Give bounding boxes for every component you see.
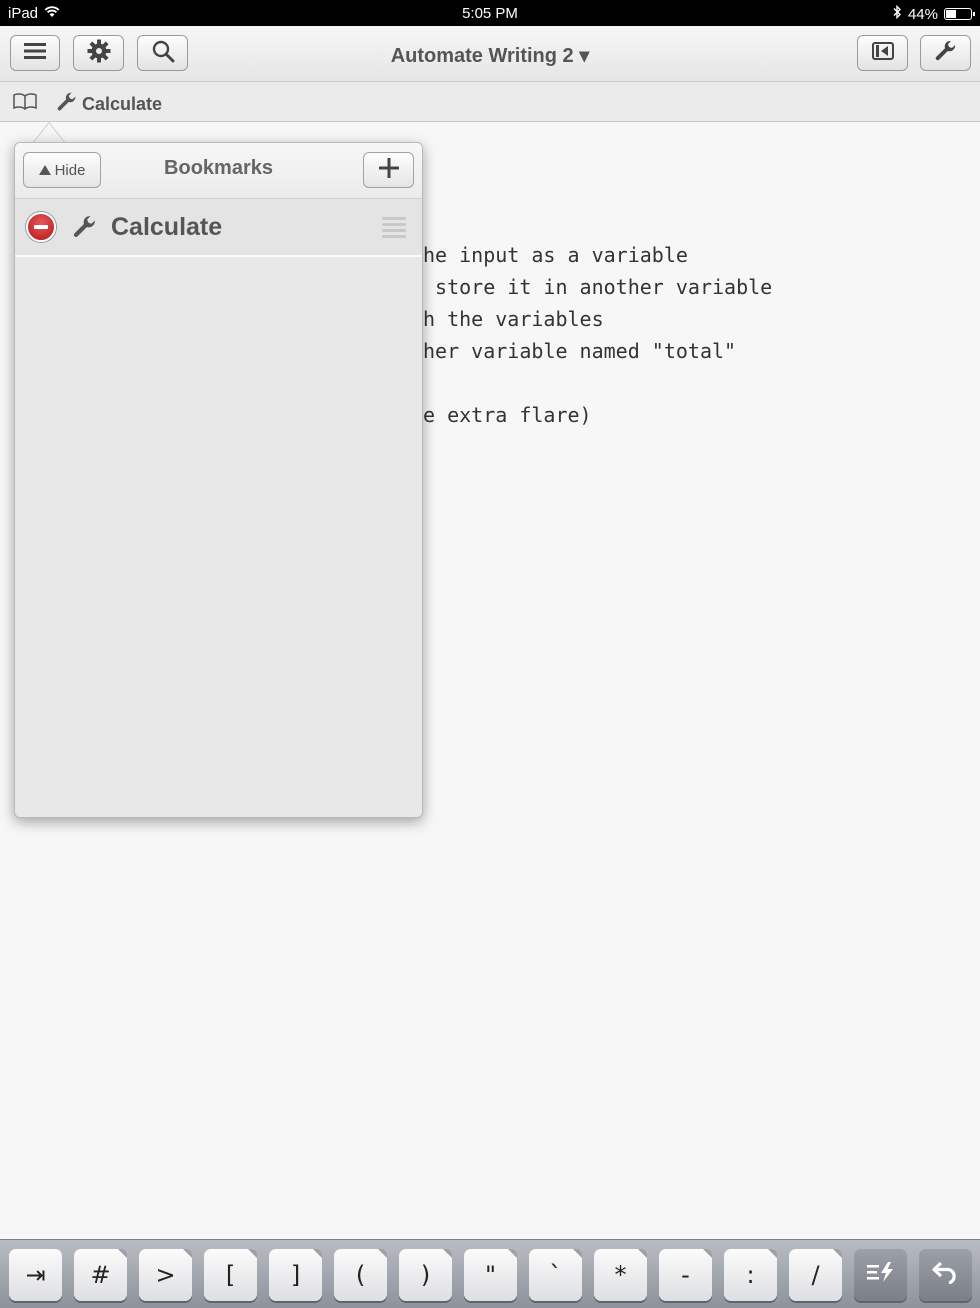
reorder-handle-icon[interactable] [382, 217, 406, 241]
clock: 5:05 PM [462, 5, 518, 22]
key-hash[interactable]: # [74, 1249, 127, 1301]
breadcrumb-item-calculate[interactable]: Calculate [56, 91, 162, 118]
editor-line: he input as a variable [423, 243, 688, 267]
key-greater-than[interactable]: > [139, 1249, 192, 1301]
bookmark-label: Calculate [111, 213, 223, 241]
editor-line: h the variables [423, 307, 604, 331]
bookmarks-popover: Hide Bookmarks Calculate [14, 142, 423, 818]
undo-icon [931, 1260, 960, 1290]
battery-percent: 44% [907, 5, 938, 23]
key-colon[interactable]: : [724, 1249, 777, 1301]
snippets-key[interactable] [854, 1249, 907, 1301]
editor-line: store it in another variable [423, 275, 773, 299]
tools-button[interactable] [920, 35, 971, 71]
key-quote[interactable]: " [464, 1249, 517, 1301]
key-backtick[interactable]: ` [529, 1249, 582, 1301]
battery-icon [944, 8, 975, 20]
popover-title: Bookmarks [164, 157, 273, 179]
key-slash[interactable]: / [789, 1249, 842, 1301]
key-left-paren[interactable]: ( [334, 1249, 387, 1301]
bluetooth-icon [892, 4, 902, 23]
key-right-bracket[interactable]: ] [269, 1249, 322, 1301]
delete-icon[interactable] [26, 212, 56, 242]
wrench-icon [56, 91, 78, 118]
wrench-icon [934, 39, 958, 68]
undo-key[interactable] [919, 1249, 972, 1301]
book-icon[interactable] [12, 92, 38, 115]
sidebar-collapse-icon [871, 41, 894, 65]
wrench-icon [72, 214, 98, 245]
key-right-paren[interactable]: ) [399, 1249, 452, 1301]
key-hyphen[interactable]: - [659, 1249, 712, 1301]
bookmark-item[interactable]: Calculate [15, 199, 422, 257]
sidebar-toggle-button[interactable] [857, 35, 908, 71]
toolbar: Automate Writing 2 ▾ [0, 26, 980, 82]
document-title-menu[interactable]: Automate Writing 2 ▾ [0, 43, 980, 68]
editor-line: e extra flare) [423, 403, 592, 427]
snippet-lightning-icon [866, 1261, 896, 1289]
popover-arrow [33, 123, 65, 143]
editor-line: her variable named "total" [423, 339, 737, 363]
status-bar: iPad 5:05 PM 44% [0, 0, 980, 26]
breadcrumb-label: Calculate [82, 94, 163, 114]
key-tab[interactable]: ⇥ [9, 1249, 62, 1301]
key-asterisk[interactable]: * [594, 1249, 647, 1301]
key-left-bracket[interactable]: [ [204, 1249, 257, 1301]
popover-header: Hide Bookmarks [15, 143, 422, 199]
plus-icon [378, 157, 399, 183]
breadcrumb: Calculate [0, 82, 980, 122]
keyboard-accessory-bar: ⇥ # > [ ] ( ) " ` * - : / [0, 1239, 980, 1308]
add-bookmark-button[interactable] [363, 152, 414, 188]
